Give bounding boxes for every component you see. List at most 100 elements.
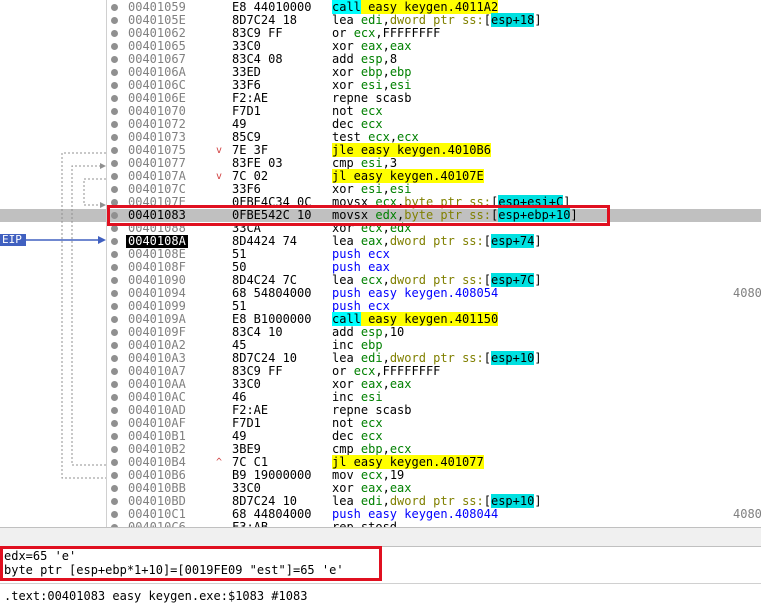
instruction-token: esp	[360, 52, 383, 66]
instruction-token: push ecx	[332, 247, 390, 261]
breakpoint-dot-icon[interactable]	[111, 498, 118, 505]
breakpoint-dot-icon[interactable]	[111, 433, 118, 440]
breakpoint-dot-icon[interactable]	[111, 264, 118, 271]
instruction-token: ,FFFFFFFF	[375, 26, 441, 40]
instruction-token: easy keygen.401150	[360, 312, 499, 326]
breakpoint-dot-icon[interactable]	[111, 17, 118, 24]
instruction-token: esi	[389, 78, 412, 92]
breakpoint-dot-icon[interactable]	[111, 160, 118, 167]
instruction-token: edi	[360, 13, 383, 27]
jump-up-icon: ^	[216, 457, 223, 468]
instruction-token: edi	[360, 494, 383, 508]
instruction-token: ,	[382, 442, 390, 456]
breakpoint-dot-icon[interactable]	[111, 368, 118, 375]
instruction-token: ecx	[353, 364, 376, 378]
instruction-token: or	[332, 364, 354, 378]
instruction-token: push easy keygen.408054	[332, 286, 499, 300]
instruction-token: ]	[534, 273, 542, 287]
breakpoint-dot-icon[interactable]	[111, 56, 118, 63]
instruction-token: ,	[382, 273, 390, 287]
breakpoint-dot-icon[interactable]	[111, 108, 118, 115]
breakpoint-dot-icon[interactable]	[111, 381, 118, 388]
breakpoint-dot-icon[interactable]	[111, 147, 118, 154]
instruction-token: [	[483, 13, 491, 27]
pane-splitter[interactable]	[0, 527, 761, 547]
instruction-token: ,	[382, 351, 390, 365]
breakpoint-dot-icon[interactable]	[111, 290, 118, 297]
instruction-token: ]	[534, 494, 542, 508]
instruction-token: ]	[534, 351, 542, 365]
breakpoint-dot-icon[interactable]	[111, 355, 118, 362]
breakpoint-dot-icon[interactable]	[111, 303, 118, 310]
instruction-token: ecx	[353, 26, 376, 40]
instruction-token: dword ptr ss:	[389, 273, 484, 287]
instruction-token: jle	[332, 143, 354, 157]
instruction-token: ,19	[382, 468, 405, 482]
instruction-token: repne scasb	[332, 91, 412, 105]
instruction-token: push easy keygen.408044	[332, 507, 499, 521]
instruction-token: esi	[360, 78, 383, 92]
instruction-token: ,	[382, 481, 390, 495]
instruction-token: call	[332, 0, 361, 14]
instruction-token: ecx	[389, 442, 412, 456]
instruction-token: xor	[332, 78, 361, 92]
breakpoint-dot-icon[interactable]	[111, 30, 118, 37]
breakpoint-dot-icon[interactable]	[111, 251, 118, 258]
instruction-token: dword ptr ss:	[389, 13, 484, 27]
instruction-token: ecx	[397, 130, 419, 144]
instruction-token: xor	[332, 182, 361, 196]
instruction-token: esp+18	[490, 13, 535, 27]
breakpoint-dot-icon[interactable]	[111, 316, 118, 323]
breakpoint-dot-icon[interactable]	[111, 43, 118, 50]
breakpoint-dot-icon[interactable]	[111, 511, 118, 518]
instruction-token: add	[332, 325, 361, 339]
breakpoint-dot-icon[interactable]	[111, 238, 118, 245]
disassembly-pane[interactable]: 00401059 E8 44010000 call easy keygen.4011…	[0, 0, 761, 527]
instruction-token: eax	[389, 377, 412, 391]
instruction-token: ,3	[382, 156, 398, 170]
instruction-token: edi	[360, 351, 383, 365]
instruction-token: dword ptr ss:	[389, 351, 484, 365]
breakpoint-dot-icon[interactable]	[111, 69, 118, 76]
instruction-token: eax	[360, 481, 383, 495]
instruction-token: test	[332, 130, 369, 144]
breakpoint-dot-icon[interactable]	[111, 420, 118, 427]
breakpoint-dot-icon[interactable]	[111, 277, 118, 284]
breakpoint-dot-icon[interactable]	[111, 173, 118, 180]
instruction-token: ebp	[360, 65, 383, 79]
instruction-token: cmp	[332, 442, 361, 456]
gutter-divider	[106, 0, 107, 527]
instruction-token: ,10	[382, 325, 405, 339]
instruction-token: ,	[382, 234, 390, 248]
instruction-token: inc	[332, 390, 361, 404]
breakpoint-dot-icon[interactable]	[111, 225, 118, 232]
instruction-token: easy keygen.4011A2	[360, 0, 499, 14]
breakpoint-dot-icon[interactable]	[111, 342, 118, 349]
breakpoint-dot-icon[interactable]	[111, 82, 118, 89]
instruction-token: esp+74	[490, 234, 535, 248]
instruction-token: [	[483, 351, 491, 365]
breakpoint-dot-icon[interactable]	[111, 134, 118, 141]
instruction-token: easy keygen.401077	[346, 455, 484, 469]
breakpoint-dot-icon[interactable]	[111, 459, 118, 466]
breakpoint-dot-icon[interactable]	[111, 329, 118, 336]
instruction-token: ebp	[360, 442, 383, 456]
breakpoint-dot-icon[interactable]	[111, 4, 118, 11]
breakpoint-dot-icon[interactable]	[111, 472, 118, 479]
breakpoint-dot-icon[interactable]	[111, 485, 118, 492]
status-text: .text:00401083 easy keygen.exe:$1083 #10…	[4, 589, 308, 603]
instruction-token: ,	[382, 39, 390, 53]
instruction-token: not	[332, 104, 361, 118]
highlight-box-current-instruction	[107, 205, 610, 226]
instruction-token: easy keygen.40107E	[346, 169, 484, 183]
breakpoint-dot-icon[interactable]	[111, 186, 118, 193]
instruction-token: lea	[332, 351, 361, 365]
breakpoint-dot-icon[interactable]	[111, 121, 118, 128]
breakpoint-dot-icon[interactable]	[111, 446, 118, 453]
breakpoint-dot-icon[interactable]	[111, 394, 118, 401]
breakpoint-dot-icon[interactable]	[111, 95, 118, 102]
highlight-box-info	[0, 546, 382, 581]
instruction-token: esi	[360, 390, 383, 404]
instruction-token: eax	[360, 234, 383, 248]
breakpoint-dot-icon[interactable]	[111, 407, 118, 414]
